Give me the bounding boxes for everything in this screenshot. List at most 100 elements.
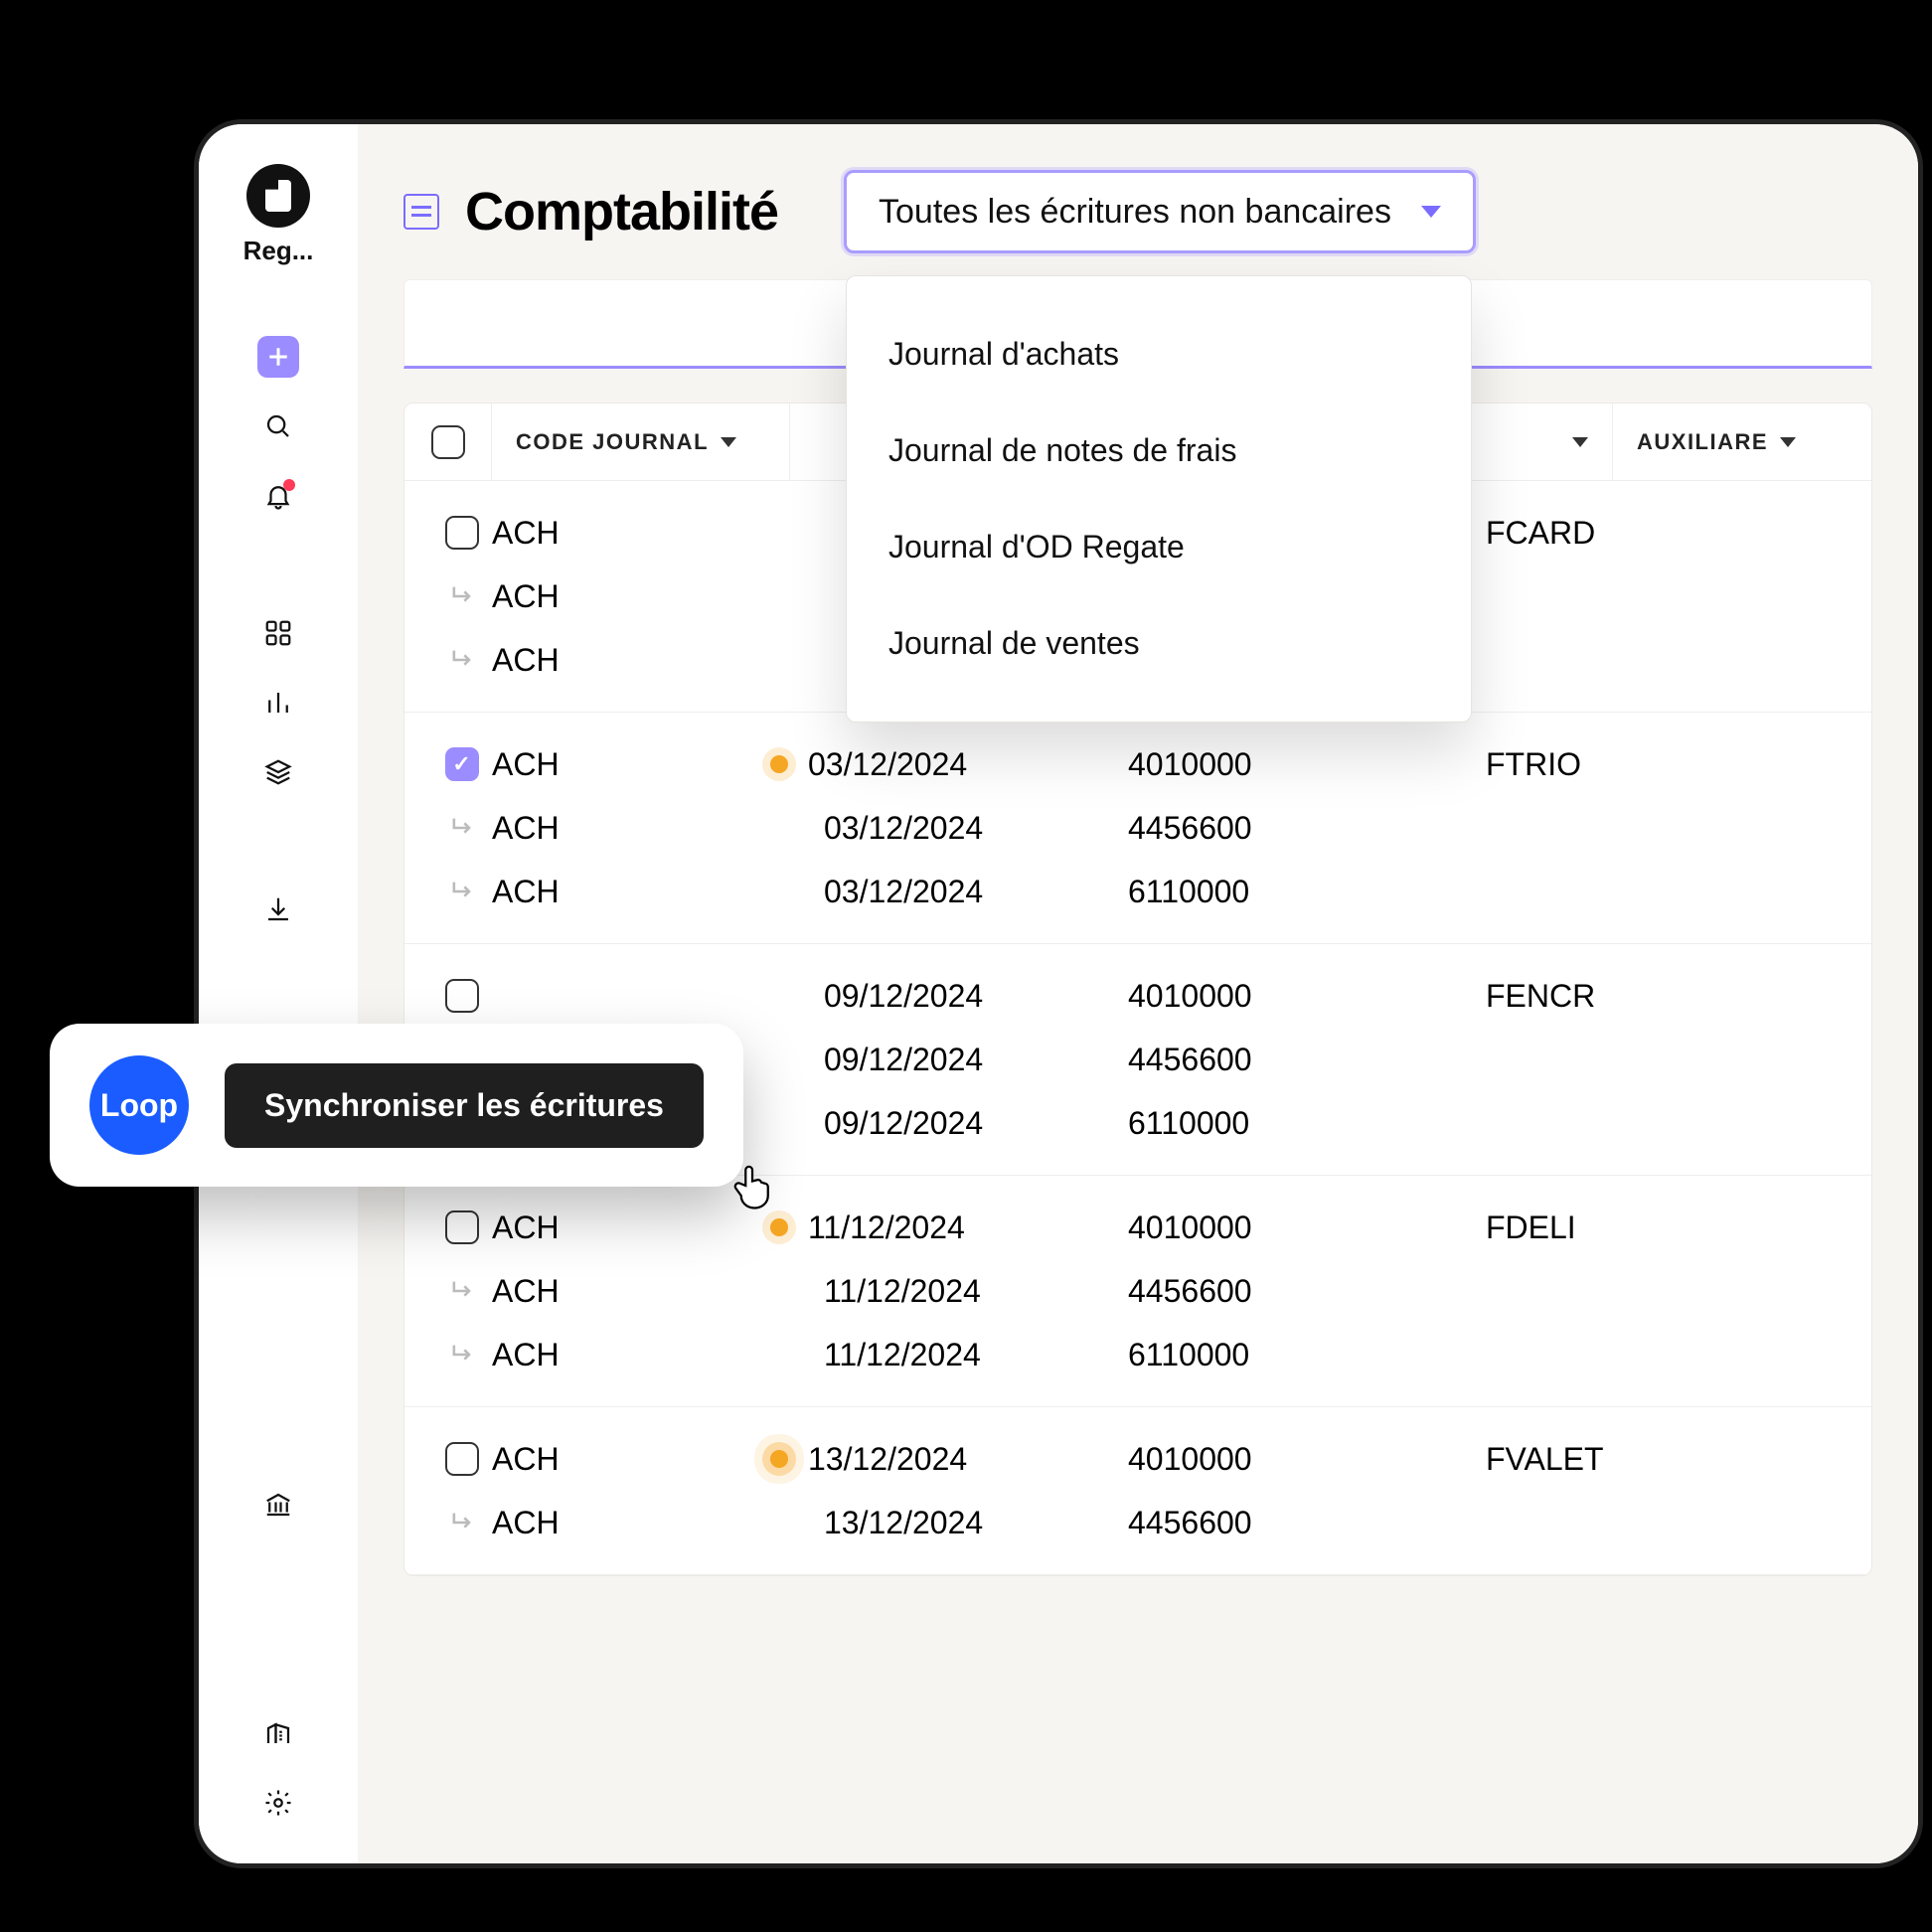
table-group: ACH11/12/20244010000FDELIACH11/12/202444… — [404, 1176, 1871, 1407]
page-header: Comptabilité Toutes les écritures non ba… — [358, 124, 1918, 279]
sidebar: Reg... — [199, 124, 358, 1863]
layers-icon[interactable] — [257, 751, 299, 793]
table-row[interactable]: ACH03/12/20246110000 — [404, 860, 1871, 923]
column-auxiliare[interactable]: AUXILIARE — [1613, 403, 1871, 480]
row-checkbox[interactable] — [445, 516, 479, 550]
table-row[interactable]: ACH11/12/20246110000 — [404, 1323, 1871, 1386]
sub-row-arrow-icon — [448, 1509, 476, 1536]
filter-dropdown[interactable]: Toutes les écritures non bancaires — [844, 170, 1476, 253]
page-title: Comptabilité — [465, 181, 778, 242]
dashboard-icon[interactable] — [257, 612, 299, 654]
dropdown-option[interactable]: Journal d'OD Regate — [847, 499, 1471, 595]
notifications-icon[interactable] — [257, 475, 299, 517]
sort-caret-icon — [721, 437, 736, 447]
sort-caret-icon — [1780, 437, 1796, 447]
row-checkbox[interactable] — [445, 747, 479, 781]
analytics-icon[interactable] — [257, 682, 299, 724]
download-icon[interactable] — [257, 888, 299, 930]
table-row[interactable]: ACH03/12/20244010000FTRIO — [404, 732, 1871, 796]
comptabilite-icon — [403, 194, 439, 230]
cell-date: 11/12/2024 — [770, 1337, 1128, 1373]
row-checkbox[interactable] — [445, 1210, 479, 1244]
select-all-checkbox[interactable] — [431, 425, 465, 459]
loop-badge: Loop — [89, 1055, 189, 1155]
cell-code-journal: ACH — [492, 515, 770, 552]
cell-account: 4010000 — [1128, 1441, 1426, 1478]
dropdown-option[interactable]: Journal de ventes — [847, 595, 1471, 692]
table-group: ACH03/12/20244010000FTRIOACH03/12/202444… — [404, 713, 1871, 944]
search-icon[interactable] — [257, 405, 299, 447]
table-row[interactable]: ACH11/12/20244456600 — [404, 1259, 1871, 1323]
dropdown-option[interactable]: Journal d'achats — [847, 306, 1471, 402]
cell-code-journal: ACH — [492, 642, 770, 679]
cell-account: 4010000 — [1128, 978, 1426, 1015]
cell-date: 11/12/2024 — [770, 1273, 1128, 1310]
cell-code-journal: ACH — [492, 746, 770, 783]
cell-code-journal: ACH — [492, 810, 770, 847]
add-button[interactable] — [257, 336, 299, 378]
sub-row-arrow-icon — [448, 646, 476, 674]
cell-auxiliare: FDELI — [1426, 1209, 1576, 1246]
cell-account: 4010000 — [1128, 746, 1426, 783]
cell-account: 4456600 — [1128, 1273, 1426, 1310]
app-logo-label: Reg... — [243, 236, 314, 266]
table-group: ACH13/12/20244010000FVALETACH13/12/20244… — [404, 1407, 1871, 1575]
sub-row-arrow-icon — [448, 814, 476, 842]
cell-account: 4456600 — [1128, 810, 1426, 847]
cell-date: 13/12/2024 — [770, 1505, 1128, 1541]
app-logo[interactable] — [246, 164, 310, 228]
cell-code-journal: ACH — [492, 578, 770, 615]
cell-account: 4456600 — [1128, 1042, 1426, 1078]
sub-row-arrow-icon — [448, 878, 476, 905]
column-code-journal[interactable]: CODE JOURNAL — [492, 403, 790, 480]
cell-date: 03/12/2024 — [770, 810, 1128, 847]
table-row[interactable]: ACH13/12/20244456600 — [404, 1491, 1871, 1554]
cell-code-journal: ACH — [492, 874, 770, 910]
filter-dropdown-menu: Journal d'achats Journal de notes de fra… — [846, 275, 1472, 723]
cell-date: 03/12/2024 — [770, 874, 1128, 910]
status-dot-icon — [770, 1218, 788, 1236]
row-checkbox[interactable] — [445, 1442, 479, 1476]
cell-account: 6110000 — [1128, 1105, 1426, 1142]
cell-auxiliare: FTRIO — [1426, 746, 1581, 783]
dropdown-option[interactable]: Journal de notes de frais — [847, 402, 1471, 499]
cell-date: 03/12/2024 — [770, 746, 1128, 783]
cell-code-journal: ACH — [492, 1273, 770, 1310]
sub-row-arrow-icon — [448, 582, 476, 610]
table-row[interactable]: ACH13/12/20244010000FVALET — [404, 1427, 1871, 1491]
cell-code-journal: ACH — [492, 1209, 770, 1246]
table-row[interactable]: ACH03/12/20244456600 — [404, 796, 1871, 860]
settings-icon[interactable] — [257, 1782, 299, 1824]
cell-code-journal: ACH — [492, 1505, 770, 1541]
chevron-down-icon — [1421, 206, 1441, 218]
sub-row-arrow-icon — [448, 1277, 476, 1305]
cell-account: 4456600 — [1128, 1505, 1426, 1541]
cell-date: 09/12/2024 — [770, 1042, 1128, 1078]
cell-account: 6110000 — [1128, 874, 1426, 910]
app-window: Reg... — [194, 119, 1923, 1868]
bank-icon[interactable] — [257, 1484, 299, 1526]
cell-auxiliare: FENCR — [1426, 978, 1595, 1015]
select-all-column — [404, 403, 492, 480]
cell-date: 09/12/2024 — [770, 1105, 1128, 1142]
cell-code-journal: ACH — [492, 1441, 770, 1478]
filter-dropdown-label: Toutes les écritures non bancaires — [879, 193, 1391, 232]
sync-popover: Loop Synchroniser les écritures — [50, 1024, 743, 1187]
sub-row-arrow-icon — [448, 1341, 476, 1368]
cell-auxiliare: FVALET — [1426, 1441, 1604, 1478]
cursor-hand-icon — [725, 1159, 779, 1212]
table-row[interactable]: 09/12/20244010000FENCR — [404, 964, 1871, 1028]
sort-caret-icon — [1572, 437, 1588, 447]
sync-button[interactable]: Synchroniser les écritures — [225, 1063, 704, 1148]
cell-code-journal: ACH — [492, 1337, 770, 1373]
table-row[interactable]: ACH11/12/20244010000FDELI — [404, 1196, 1871, 1259]
cell-date: 11/12/2024 — [770, 1209, 1128, 1246]
cell-date: 09/12/2024 — [770, 978, 1128, 1015]
cell-account: 4010000 — [1128, 1209, 1426, 1246]
status-dot-icon — [770, 755, 788, 773]
row-checkbox[interactable] — [445, 979, 479, 1013]
status-dot-icon — [770, 1450, 788, 1468]
cell-account: 6110000 — [1128, 1337, 1426, 1373]
buildings-icon[interactable] — [257, 1712, 299, 1754]
cell-date: 13/12/2024 — [770, 1441, 1128, 1478]
